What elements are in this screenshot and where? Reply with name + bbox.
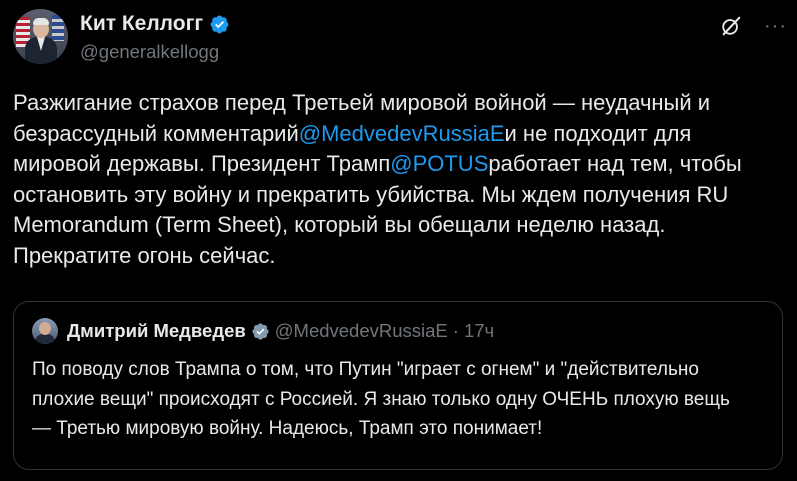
quoted-line: По поводу слов Трампа о том, что Путин "… [32, 359, 699, 380]
quoted-timestamp[interactable]: 17ч [464, 320, 494, 342]
quoted-tweet-card[interactable]: Дмитрий Медведев @MedvedevRussiaE · 17ч … [13, 301, 783, 470]
tweet-line: мировой державы. Президент Трамп@POTUSра… [13, 151, 742, 177]
quoted-tweet-body: По поводу слов Трампа о том, что Путин "… [32, 355, 730, 444]
tweet-header: Кит Келлогг @generalkellogg ··· [13, 9, 787, 65]
quoted-line: плохие вещи" происходят с Россией. Я зна… [32, 388, 730, 410]
author-handle[interactable]: @generalkellogg [80, 41, 219, 63]
tweet-line: Memorandum (Term Sheet), который вы обещ… [13, 212, 666, 238]
quoted-line: — Третью мировую войну. Надеюсь, Трамп э… [32, 418, 543, 439]
grok-icon[interactable] [720, 15, 742, 37]
tweet-line: Разжигание страхов перед Третьей мировой… [13, 90, 711, 115]
author-display-name[interactable]: Кит Келлогг [80, 12, 203, 36]
quoted-handle[interactable]: @MedvedevRussiaE [275, 320, 448, 342]
tweet-line: Прекратите огонь сейчас. [13, 242, 276, 268]
verified-badge-icon [210, 15, 229, 33]
tweet-body: Разжигание страхов перед Третьей мировой… [13, 88, 783, 272]
mention-link[interactable]: @POTUS [390, 151, 488, 176]
quoted-author-avatar[interactable] [32, 318, 58, 344]
author-avatar[interactable] [13, 9, 68, 64]
tweet-line: безрассудный комментарий@MedvedevRussiaE… [13, 120, 692, 146]
verified-badge-icon [252, 322, 269, 340]
more-options-icon[interactable]: ··· [764, 16, 787, 36]
quoted-author-row: Дмитрий Медведев @MedvedevRussiaE · 17ч [67, 320, 494, 342]
mention-link[interactable]: @MedvedevRussiaE [299, 121, 505, 146]
tweet-line: остановить эту войну и прекратить убийст… [13, 181, 729, 207]
separator-dot: · [452, 320, 459, 341]
quoted-display-name[interactable]: Дмитрий Медведев [67, 320, 246, 342]
author-name-row: Кит Келлогг [80, 12, 230, 36]
tweet-top-actions: ··· [720, 15, 787, 37]
